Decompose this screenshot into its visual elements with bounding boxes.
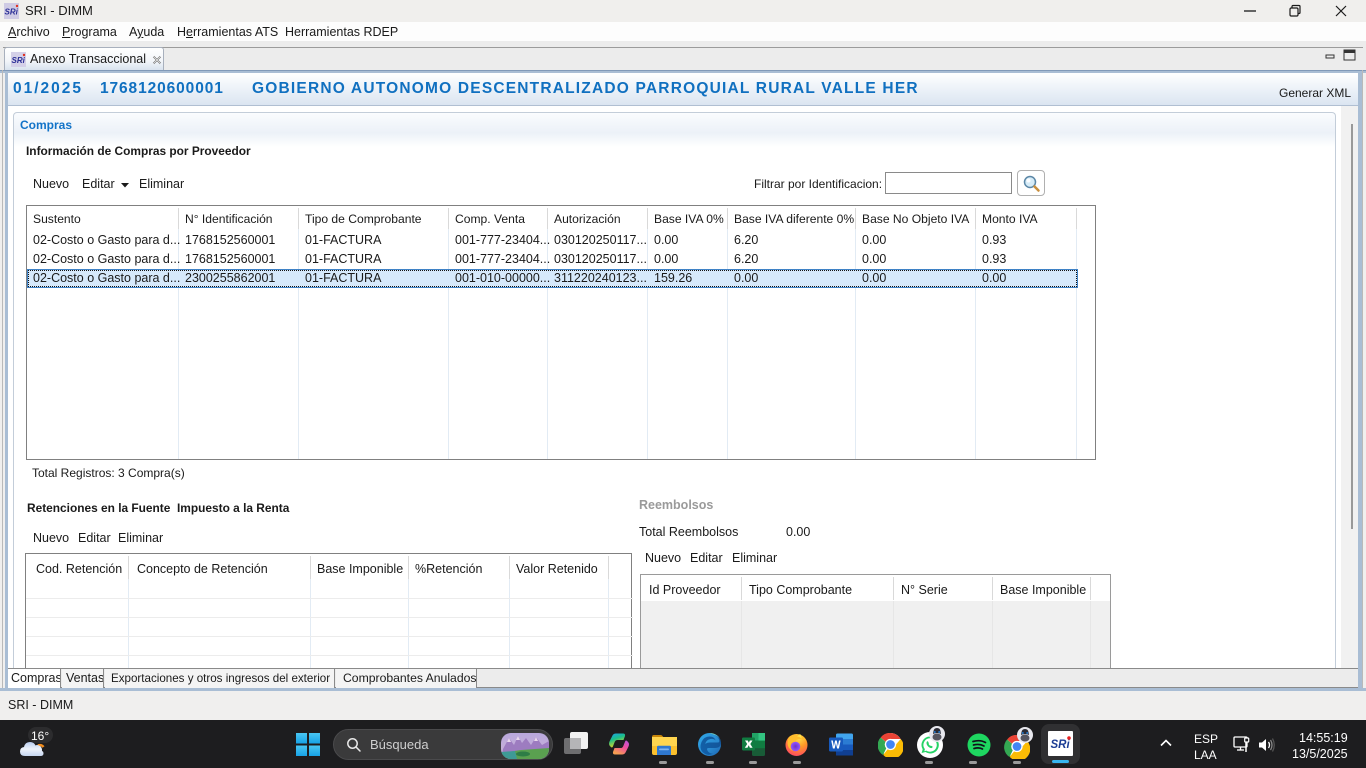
svg-text:SRi: SRi <box>12 56 26 65</box>
svg-text:SRi: SRi <box>5 8 19 17</box>
svg-text:SRi: SRi <box>1051 739 1071 751</box>
